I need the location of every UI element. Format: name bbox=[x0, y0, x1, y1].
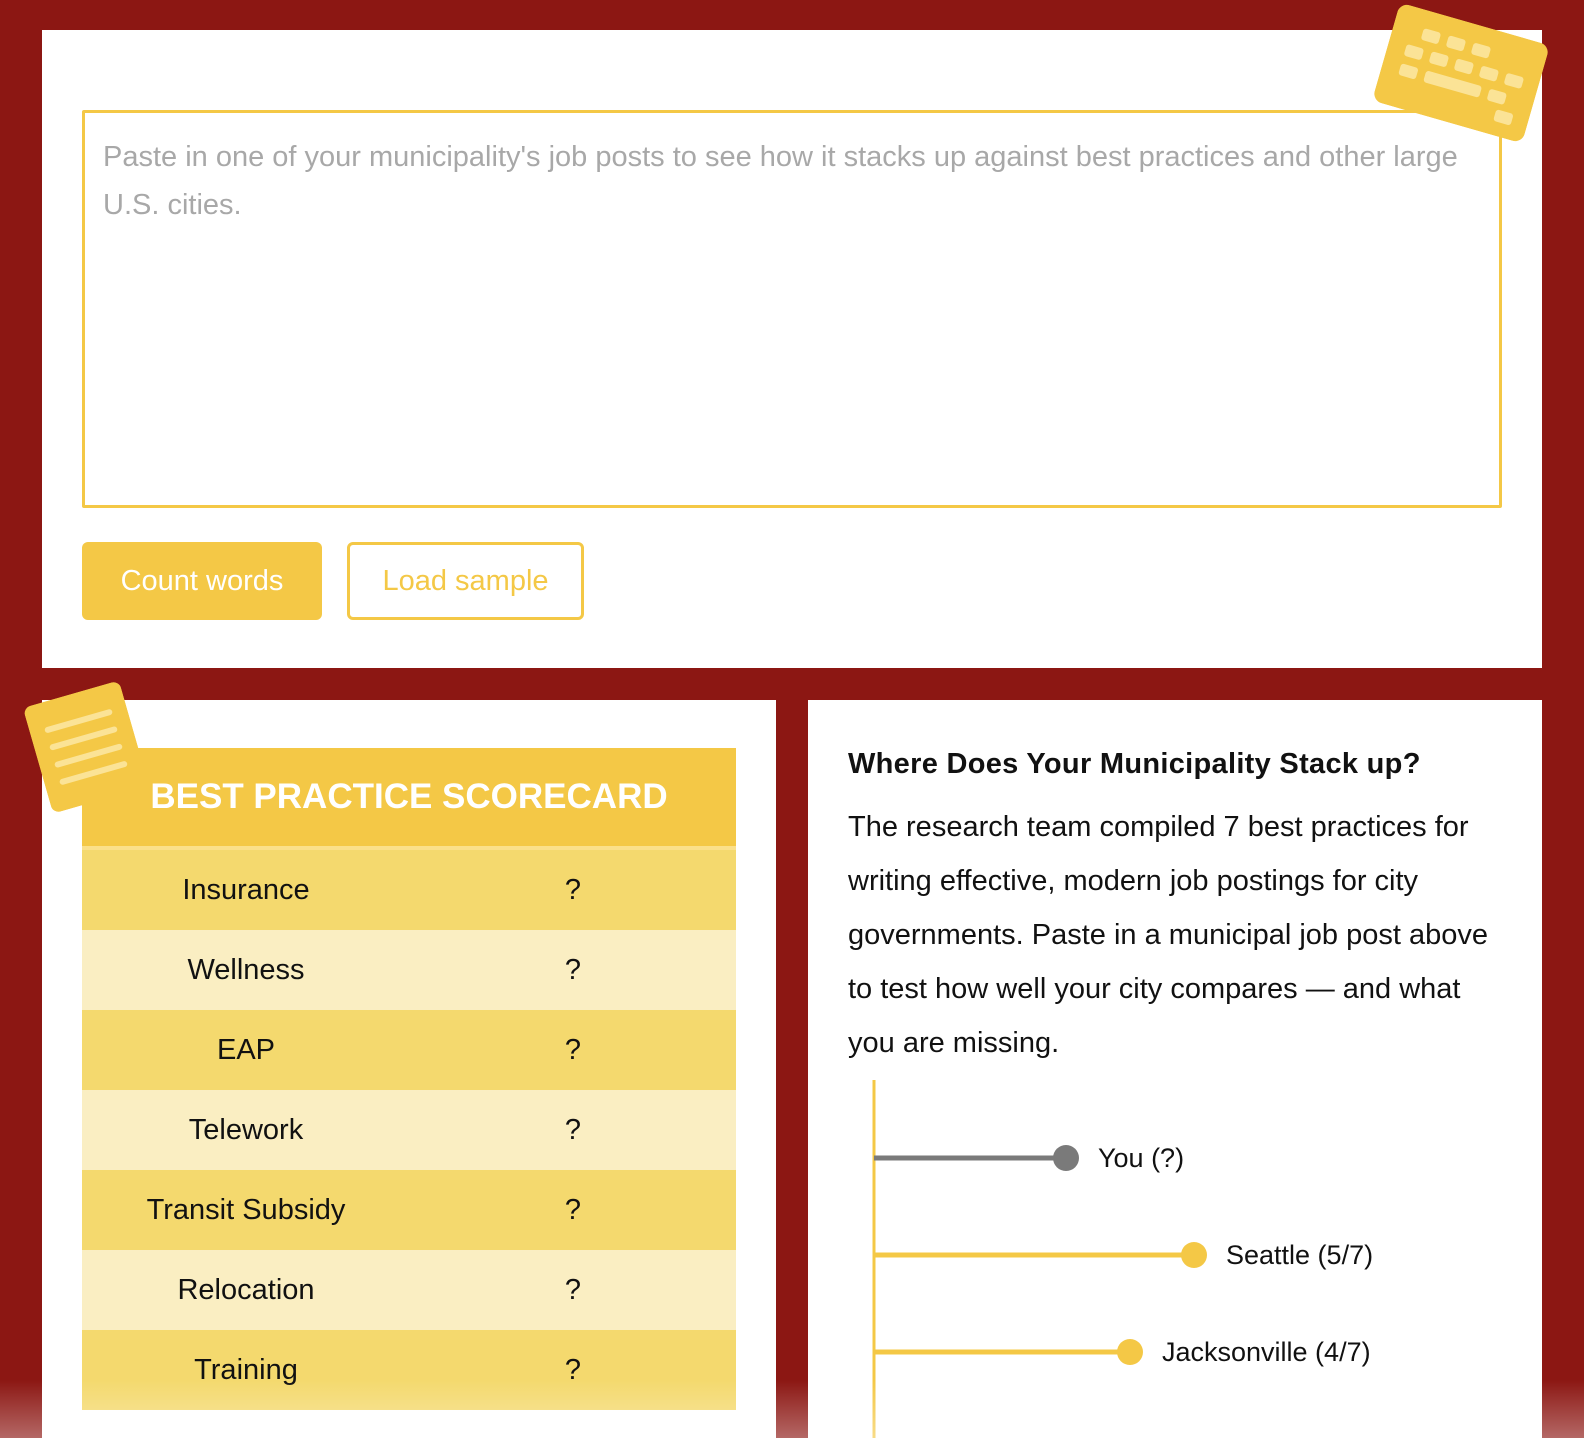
lollipop-label-jacksonville: Jacksonville (4/7) bbox=[1162, 1337, 1371, 1367]
scorecard-row-value: ? bbox=[564, 873, 582, 906]
scorecard-row-label: Wellness bbox=[187, 953, 305, 986]
scorecard-row-relocation: Relocation ? bbox=[82, 1250, 736, 1330]
lollipop-dot-seattle bbox=[1181, 1242, 1207, 1268]
scorecard-row-training: Training ? bbox=[82, 1330, 736, 1410]
scorecard-row-label: Training bbox=[194, 1353, 298, 1386]
scorecard-row-label: Telework bbox=[188, 1113, 304, 1146]
scorecard-row-telework: Telework ? bbox=[82, 1090, 736, 1170]
scorecard-row-value: ? bbox=[564, 1193, 582, 1226]
scorecard-row-label: EAP bbox=[216, 1033, 276, 1066]
scorecard-table: Best Practice Scorecard Insurance ? Well… bbox=[82, 748, 736, 1410]
count-words-button[interactable]: Count words bbox=[82, 542, 322, 620]
lollipop-label-you: You (?) bbox=[1098, 1143, 1184, 1173]
lollipop-dot-you bbox=[1053, 1145, 1079, 1171]
comparison-panel: Where Does Your Municipality Stack up? T… bbox=[808, 700, 1542, 1438]
scorecard-row-value: ? bbox=[564, 1273, 582, 1306]
scorecard-row-label: Transit Subsidy bbox=[146, 1193, 346, 1226]
scorecard-title: Best Practice Scorecard bbox=[82, 748, 736, 850]
scorecard-row-eap: EAP ? bbox=[82, 1010, 736, 1090]
scorecard-row-label: Relocation bbox=[177, 1273, 315, 1306]
comparison-lollipop-chart: You (?) Seattle (5/7) Jacksonville (4/7) bbox=[872, 1080, 1373, 1438]
lollipop-label-seattle: Seattle (5/7) bbox=[1226, 1240, 1373, 1270]
lollipop-dot-jacksonville bbox=[1117, 1339, 1143, 1365]
scorecard-row-label: Insurance bbox=[182, 873, 310, 906]
load-sample-button[interactable]: Load sample bbox=[347, 542, 584, 620]
scorecard-row-transit-subsidy: Transit Subsidy ? bbox=[82, 1170, 736, 1250]
scorecard-row-value: ? bbox=[564, 953, 582, 986]
scorecard-row-wellness: Wellness ? bbox=[82, 930, 736, 1010]
job-post-input[interactable] bbox=[82, 110, 1502, 508]
scorecard-row-value: ? bbox=[564, 1113, 582, 1146]
comparison-intro: The research team compiled 7 best practi… bbox=[848, 811, 1488, 1059]
comparison-heading: Where Does Your Municipality Stack up? bbox=[848, 748, 1421, 780]
job-post-panel: Count words Load sample bbox=[42, 30, 1542, 668]
scorecard-row-value: ? bbox=[564, 1033, 582, 1066]
scorecard-panel: Best Practice Scorecard Insurance ? Well… bbox=[42, 700, 776, 1438]
scorecard-row-insurance: Insurance ? bbox=[82, 850, 736, 930]
scorecard-row-value: ? bbox=[564, 1353, 582, 1386]
